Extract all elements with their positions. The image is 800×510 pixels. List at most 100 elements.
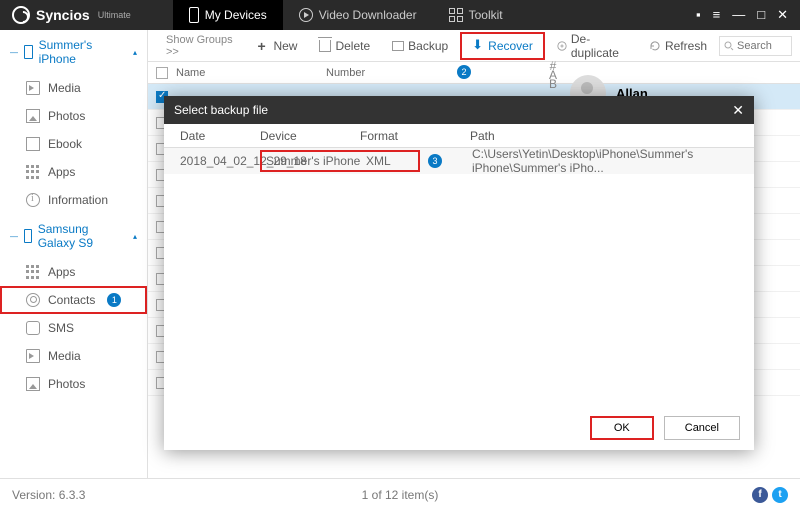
- col-number: Number: [326, 67, 365, 79]
- sidebar-item-photos[interactable]: Photos: [0, 102, 147, 130]
- chevron-up-icon: ▴: [133, 48, 137, 57]
- btn-label: De-duplicate: [571, 32, 627, 60]
- alpha-index[interactable]: #AB: [546, 62, 560, 89]
- menu-icon[interactable]: ≡: [713, 7, 721, 23]
- media-icon: [26, 349, 40, 363]
- sidebar-item-media[interactable]: Media: [0, 74, 147, 102]
- side-label: Media: [48, 81, 81, 95]
- contacts-icon: [26, 293, 40, 307]
- play-icon: [299, 8, 313, 22]
- col-format: Format: [360, 129, 408, 143]
- close-icon[interactable]: ✕: [777, 7, 788, 23]
- sidebar-item-photos-2[interactable]: Photos: [0, 370, 147, 398]
- ok-button[interactable]: OK: [590, 416, 654, 440]
- btn-label: New: [273, 39, 297, 53]
- side-label: Contacts: [48, 293, 95, 307]
- search-box[interactable]: [719, 36, 792, 56]
- app-logo: Syncios Ultimate: [0, 6, 143, 24]
- tab-video-downloader[interactable]: Video Downloader: [283, 0, 433, 30]
- modal-close-icon[interactable]: ✕: [732, 102, 744, 119]
- phone-icon: [24, 45, 33, 59]
- side-label: Photos: [48, 377, 85, 391]
- annotation-badge-1: 1: [107, 293, 121, 307]
- highlighted-backup-info: Summer's iPhone XML: [260, 150, 420, 172]
- side-label: Apps: [48, 265, 75, 279]
- plus-icon: +: [257, 40, 269, 52]
- download-icon: ⬇: [472, 40, 484, 52]
- version-label: Version: 6.3.3: [12, 488, 85, 502]
- device-name: Samsung Galaxy S9: [38, 222, 127, 250]
- tab-label: Toolkit: [469, 8, 503, 22]
- col-date: Date: [180, 129, 260, 143]
- refresh-button[interactable]: Refresh: [639, 34, 717, 58]
- maximize-icon[interactable]: □: [757, 7, 765, 23]
- deduplicate-button[interactable]: De-duplicate: [547, 27, 637, 65]
- chevron-up-icon: ▴: [133, 232, 137, 241]
- col-path: Path: [470, 129, 750, 143]
- sidebar-item-contacts[interactable]: Contacts 1: [0, 286, 147, 314]
- device-samsung-s9[interactable]: — Samsung Galaxy S9 ▴: [0, 214, 147, 258]
- recover-button[interactable]: ⬇Recover: [460, 32, 545, 60]
- twitter-icon[interactable]: t: [772, 487, 788, 503]
- tab-label: Video Downloader: [319, 8, 417, 22]
- facebook-icon[interactable]: f: [752, 487, 768, 503]
- side-label: Information: [48, 193, 108, 207]
- dedup-icon: [557, 40, 567, 52]
- apps-icon: [26, 165, 40, 179]
- app-name: Syncios: [36, 7, 90, 23]
- sidebar-item-ebook[interactable]: Ebook: [0, 130, 147, 158]
- backup-path: C:\Users\Yetin\Desktop\iPhone\Summer's i…: [472, 147, 752, 175]
- tab-my-devices[interactable]: My Devices: [173, 0, 283, 30]
- side-label: Photos: [48, 109, 85, 123]
- side-label: SMS: [48, 321, 74, 335]
- apps-icon: [26, 265, 40, 279]
- backup-button[interactable]: Backup: [382, 34, 458, 58]
- btn-label: Backup: [408, 39, 448, 53]
- side-label: Ebook: [48, 137, 82, 151]
- sms-icon: [26, 321, 40, 335]
- new-button[interactable]: + New: [247, 34, 307, 58]
- device-name: Summer's iPhone: [39, 38, 127, 66]
- sidebar-item-apps[interactable]: Apps: [0, 158, 147, 186]
- delete-button[interactable]: Delete: [309, 34, 380, 58]
- trash-icon: [319, 40, 331, 52]
- backup-date: 2018_04_02_12_29_18: [180, 154, 260, 168]
- btn-label: Delete: [335, 39, 370, 53]
- select-backup-modal: Select backup file ✕ Date Device Format …: [164, 96, 754, 450]
- toolkit-icon: [449, 8, 463, 22]
- phone-icon: [24, 229, 32, 243]
- message-icon[interactable]: ▪: [696, 7, 701, 23]
- backup-device: Summer's iPhone: [266, 154, 366, 168]
- select-all-checkbox[interactable]: [156, 67, 168, 79]
- toolbar: Show Groups >> + New Delete Backup ⬇Recov…: [148, 30, 800, 62]
- backup-icon: [392, 41, 404, 51]
- status-bar: Version: 6.3.3 1 of 12 item(s) f t: [0, 478, 800, 510]
- photos-icon: [26, 109, 40, 123]
- cancel-button[interactable]: Cancel: [664, 416, 740, 440]
- minimize-icon[interactable]: —: [732, 7, 745, 23]
- sidebar-item-information[interactable]: Information: [0, 186, 147, 214]
- tab-toolkit[interactable]: Toolkit: [433, 0, 519, 30]
- item-count: 1 of 12 item(s): [362, 488, 439, 502]
- search-input[interactable]: [737, 40, 787, 52]
- sidebar-item-media-2[interactable]: Media: [0, 342, 147, 370]
- device-summer-iphone[interactable]: — Summer's iPhone ▴: [0, 30, 147, 74]
- side-label: Apps: [48, 165, 75, 179]
- info-icon: [26, 193, 40, 207]
- modal-title: Select backup file: [174, 103, 268, 117]
- sidebar-item-sms[interactable]: SMS: [0, 314, 147, 342]
- sidebar-item-apps-2[interactable]: Apps: [0, 258, 147, 286]
- tab-label: My Devices: [205, 8, 267, 22]
- annotation-badge-2: 2: [457, 65, 471, 79]
- col-device: Device: [260, 129, 360, 143]
- backup-row[interactable]: 2018_04_02_12_29_18 Summer's iPhone XML …: [164, 148, 754, 174]
- device-icon: [189, 7, 199, 23]
- ebook-icon: [26, 137, 40, 151]
- photos-icon: [26, 377, 40, 391]
- refresh-icon: [649, 40, 661, 52]
- col-name: Name: [176, 67, 326, 79]
- sidebar: — Summer's iPhone ▴ Media Photos Ebook A…: [0, 30, 148, 478]
- modal-columns: Date Device Format Path: [164, 124, 754, 148]
- side-label: Media: [48, 349, 81, 363]
- show-groups-button[interactable]: Show Groups >>: [156, 34, 245, 58]
